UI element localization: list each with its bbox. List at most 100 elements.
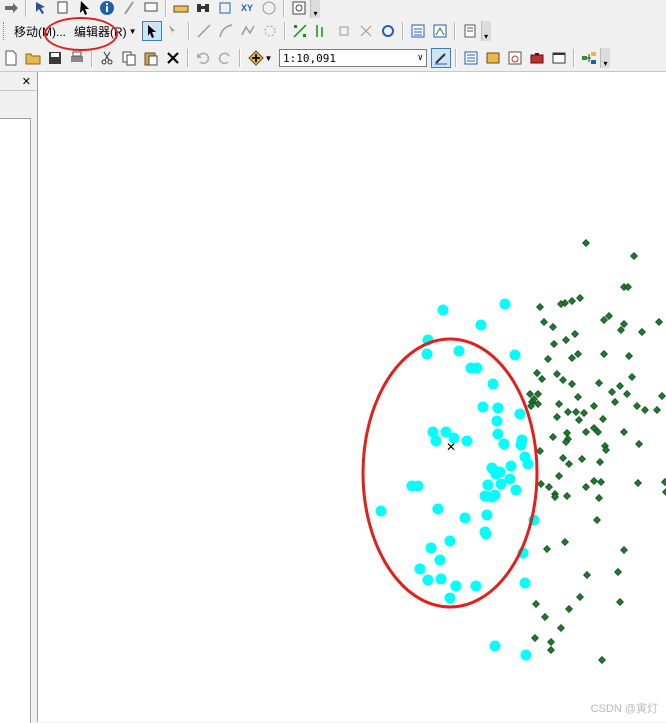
cyan-point[interactable] (471, 362, 483, 374)
green-point[interactable] (653, 406, 661, 414)
green-point[interactable] (571, 330, 579, 338)
green-point[interactable] (534, 390, 542, 398)
green-point[interactable] (597, 478, 605, 486)
green-point[interactable] (574, 350, 582, 358)
green-point[interactable] (599, 415, 607, 423)
cyan-point[interactable] (510, 484, 522, 496)
green-point[interactable] (595, 494, 603, 502)
cyan-point[interactable] (498, 438, 510, 450)
cyan-point[interactable] (444, 592, 456, 604)
green-point[interactable] (565, 605, 573, 613)
hyperlink-icon[interactable] (141, 0, 161, 18)
green-point[interactable] (576, 294, 584, 302)
green-point[interactable] (578, 455, 586, 463)
green-point[interactable] (559, 376, 567, 384)
green-point[interactable] (617, 326, 625, 334)
magnifier-icon[interactable] (289, 0, 309, 18)
cyan-point[interactable] (444, 535, 456, 547)
green-point[interactable] (624, 283, 632, 291)
cyan-point[interactable] (480, 528, 492, 540)
cyan-point[interactable] (414, 563, 426, 575)
print-icon[interactable] (67, 48, 87, 68)
split-icon[interactable] (312, 21, 332, 41)
green-point[interactable] (582, 239, 590, 247)
green-point[interactable] (635, 440, 643, 448)
cyan-point[interactable] (470, 580, 482, 592)
green-point[interactable] (625, 352, 633, 360)
search-window-icon[interactable] (505, 48, 525, 68)
green-point[interactable] (634, 479, 642, 487)
cyan-point[interactable] (435, 573, 447, 585)
green-point[interactable] (590, 477, 598, 485)
green-point[interactable] (576, 593, 584, 601)
model-builder-icon[interactable] (579, 48, 599, 68)
cyan-point[interactable] (412, 480, 424, 492)
green-point[interactable] (536, 303, 544, 311)
green-point[interactable] (563, 492, 571, 500)
cyan-point[interactable] (422, 574, 434, 586)
green-point[interactable] (532, 600, 540, 608)
green-point[interactable] (555, 400, 563, 408)
green-point[interactable] (620, 428, 628, 436)
green-point[interactable] (600, 316, 608, 324)
cyan-point[interactable] (515, 439, 527, 451)
green-point[interactable] (633, 402, 641, 410)
cyan-point[interactable] (482, 479, 494, 491)
green-point[interactable] (565, 460, 573, 468)
cyan-point[interactable] (492, 428, 504, 440)
green-point[interactable] (661, 478, 666, 486)
redo-icon[interactable] (215, 48, 235, 68)
green-point[interactable] (555, 472, 563, 480)
green-point[interactable] (608, 388, 616, 396)
close-icon[interactable]: ✕ (22, 75, 31, 88)
green-point[interactable] (614, 568, 622, 576)
attributes-icon[interactable] (356, 21, 376, 41)
green-point[interactable] (611, 398, 619, 406)
green-point[interactable] (557, 624, 565, 632)
undo-icon[interactable] (193, 48, 213, 68)
open-icon[interactable] (23, 48, 43, 68)
select-features-icon[interactable] (31, 0, 51, 18)
green-point[interactable] (547, 638, 555, 646)
paste-icon[interactable] (141, 48, 161, 68)
cyan-point[interactable] (499, 298, 511, 310)
green-point[interactable] (537, 480, 545, 488)
cyan-point[interactable] (522, 458, 534, 470)
green-point[interactable] (620, 546, 628, 554)
cyan-point[interactable] (375, 505, 387, 517)
sketch-properties-icon[interactable] (378, 21, 398, 41)
green-point[interactable] (562, 336, 570, 344)
cyan-point[interactable] (461, 435, 473, 447)
green-point[interactable] (541, 613, 549, 621)
cyan-point[interactable] (459, 512, 471, 524)
edit-annotation-icon[interactable] (164, 21, 184, 41)
green-point[interactable] (598, 656, 606, 664)
green-point[interactable] (582, 428, 590, 436)
identify-icon[interactable] (97, 0, 117, 18)
green-point[interactable] (590, 402, 598, 410)
green-point[interactable] (540, 318, 548, 326)
cyan-point[interactable] (437, 304, 449, 316)
save-icon[interactable] (45, 48, 65, 68)
green-point[interactable] (538, 375, 546, 383)
cyan-point[interactable] (425, 542, 437, 554)
edit-tool-icon[interactable] (141, 21, 162, 41)
cyan-point[interactable] (514, 408, 526, 420)
delete-icon[interactable] (163, 48, 183, 68)
page-icon[interactable] (53, 0, 73, 18)
trace-icon[interactable] (238, 21, 258, 41)
cut-icon[interactable] (97, 48, 117, 68)
cyan-point[interactable] (479, 490, 491, 502)
green-point[interactable] (568, 380, 576, 388)
green-point[interactable] (563, 429, 571, 437)
green-point[interactable] (533, 369, 541, 377)
green-point[interactable] (583, 571, 591, 579)
cyan-point[interactable] (509, 349, 521, 361)
green-point[interactable] (561, 538, 569, 546)
straight-segment-icon[interactable] (194, 21, 214, 41)
arrow-right-icon[interactable] (1, 0, 21, 18)
cyan-point[interactable] (505, 460, 517, 472)
green-point[interactable] (638, 328, 646, 336)
reshape-icon[interactable] (430, 21, 450, 41)
cyan-point[interactable] (489, 640, 501, 652)
